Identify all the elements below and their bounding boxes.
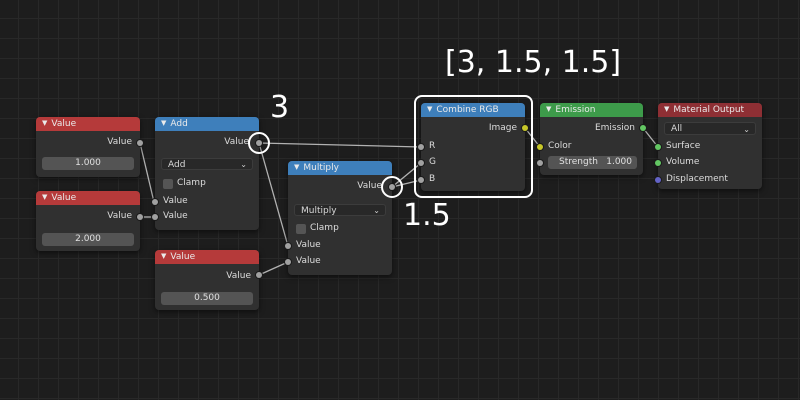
output-label: Emission xyxy=(594,123,635,133)
clamp-label: Clamp xyxy=(310,223,339,233)
clamp-checkbox[interactable] xyxy=(296,224,306,234)
node-header[interactable]: ▼ Value xyxy=(155,250,259,264)
value-field[interactable]: 1.000 xyxy=(42,157,134,170)
combine-rgb-highlight-box xyxy=(414,95,533,198)
strength-label: Strength xyxy=(559,157,598,167)
target-dropdown[interactable]: All ⌄ xyxy=(664,122,756,135)
operation-value: Multiply xyxy=(301,206,337,216)
color-input-socket[interactable] xyxy=(537,144,543,150)
output-label: Value xyxy=(107,137,132,147)
link-add-multiply xyxy=(258,142,289,247)
multiply-node[interactable]: ▼ Multiply Value Multiply ⌄ Clamp Value Va… xyxy=(285,161,395,275)
output-socket[interactable] xyxy=(137,140,143,146)
output-socket[interactable] xyxy=(640,125,646,131)
output-label: Value xyxy=(224,137,249,147)
output-socket[interactable] xyxy=(137,214,143,220)
chevron-down-icon: ⌄ xyxy=(743,125,750,134)
input-label-1: Value xyxy=(163,196,188,206)
multiply-result-annotation: 1.5 xyxy=(403,198,451,233)
strength-input-socket[interactable] xyxy=(537,160,543,166)
link-add-r xyxy=(258,142,422,148)
node-title: Value xyxy=(51,193,77,203)
operation-value: Add xyxy=(168,160,186,170)
node-header[interactable]: ▼ Emission xyxy=(540,103,643,117)
node-header[interactable]: ▼ Multiply xyxy=(288,161,392,175)
operation-dropdown[interactable]: Add ⌄ xyxy=(161,158,253,170)
link-value3-multiply xyxy=(258,261,289,276)
value-node-3[interactable]: ▼ Value Value 0.500 xyxy=(155,250,262,310)
input-label-1: Value xyxy=(296,240,321,250)
output-label: Value xyxy=(107,211,132,221)
node-title: Emission xyxy=(555,105,596,115)
triangle-down-icon[interactable]: ▼ xyxy=(161,116,166,130)
node-header[interactable]: ▼ Value xyxy=(36,117,140,131)
node-title: Multiply xyxy=(303,163,339,173)
strength-value: 1.000 xyxy=(606,157,632,167)
add-output-highlight-circle xyxy=(248,132,270,154)
multiply-output-highlight-circle xyxy=(381,176,403,198)
displacement-input-socket[interactable] xyxy=(655,177,661,183)
clamp-checkbox[interactable] xyxy=(163,179,173,189)
surface-input-socket[interactable] xyxy=(655,144,661,150)
node-title: Value xyxy=(51,119,77,129)
node-header[interactable]: ▼ Add xyxy=(155,117,259,131)
volume-input-socket[interactable] xyxy=(655,160,661,166)
clamp-label: Clamp xyxy=(177,178,206,188)
color-label: Color xyxy=(548,141,572,151)
output-label: Value xyxy=(226,271,251,281)
node-header[interactable]: ▼ Value xyxy=(36,191,140,205)
value-field[interactable]: 2.000 xyxy=(42,233,134,246)
node-title: Material Output xyxy=(673,105,745,115)
chevron-down-icon: ⌄ xyxy=(373,206,380,215)
operation-dropdown[interactable]: Multiply ⌄ xyxy=(294,204,386,216)
volume-label: Volume xyxy=(666,157,700,167)
input-socket-1[interactable] xyxy=(285,243,291,249)
surface-label: Surface xyxy=(666,141,701,151)
input-socket-2[interactable] xyxy=(285,259,291,265)
chevron-down-icon: ⌄ xyxy=(240,160,247,169)
displacement-label: Displacement xyxy=(666,174,728,184)
target-value: All xyxy=(671,124,683,134)
value-node-2[interactable]: ▼ Value Value 2.000 xyxy=(36,191,143,251)
value-field[interactable]: 0.500 xyxy=(161,292,253,305)
output-socket[interactable] xyxy=(256,272,262,278)
strength-field[interactable]: Strength 1.000 xyxy=(548,156,637,169)
node-title: Add xyxy=(170,119,188,129)
triangle-down-icon[interactable]: ▼ xyxy=(294,160,299,174)
input-label-2: Value xyxy=(296,256,321,266)
output-label: Value xyxy=(357,181,382,191)
node-header[interactable]: ▼ Material Output xyxy=(658,103,762,117)
input-label-2: Value xyxy=(163,211,188,221)
emission-node[interactable]: ▼ Emission Emission Color Strength 1.000 xyxy=(537,103,646,175)
triangle-down-icon[interactable]: ▼ xyxy=(664,102,669,116)
input-socket-2[interactable] xyxy=(152,214,158,220)
add-result-annotation: 3 xyxy=(270,90,290,125)
material-output-node[interactable]: ▼ Material Output All ⌄ Surface Volume Dis… xyxy=(655,103,762,189)
value-node-1[interactable]: ▼ Value Value 1.000 xyxy=(36,117,143,177)
triangle-down-icon[interactable]: ▼ xyxy=(546,102,551,116)
link-value1-add xyxy=(139,142,155,203)
triangle-down-icon[interactable]: ▼ xyxy=(42,116,47,130)
input-socket-1[interactable] xyxy=(152,199,158,205)
triangle-down-icon[interactable]: ▼ xyxy=(42,190,47,204)
rgb-result-annotation: [3, 1.5, 1.5] xyxy=(445,45,622,80)
node-title: Value xyxy=(170,252,196,262)
triangle-down-icon[interactable]: ▼ xyxy=(161,249,166,263)
add-node[interactable]: ▼ Add Value Add ⌄ Clamp Value Value xyxy=(152,117,262,230)
